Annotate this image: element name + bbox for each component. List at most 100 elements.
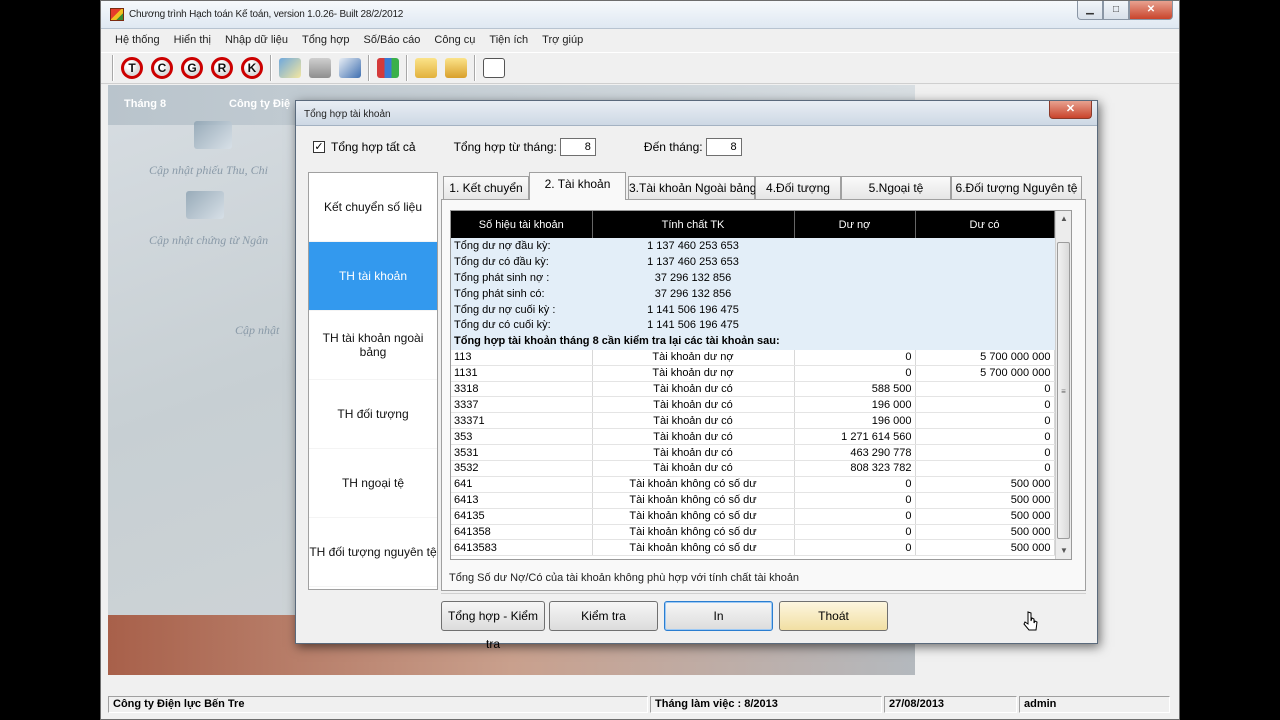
table-row[interactable]: 641 Tài khoản không có số dư 0 500 000 (451, 476, 1055, 493)
scroll-thumb[interactable]: ≡ (1057, 242, 1070, 539)
warning-row[interactable]: Tổng hợp tài khoản tháng 8 cần kiểm tra … (451, 333, 1055, 350)
summary-label: Tổng dư nợ đầu kỳ: (451, 238, 593, 255)
table-row[interactable]: 3318 Tài khoản dư có 588 500 0 (451, 381, 1055, 398)
status-date: 27/08/2013 (884, 696, 1017, 713)
printer-icon (309, 58, 331, 78)
toolbar-separator (406, 55, 408, 81)
menu-tong-hop[interactable]: Tổng hợp (295, 30, 357, 51)
account-summary-dialog: Tổng hợp tài khoản ✕ ✓ Tổng hợp tất cả T… (295, 100, 1098, 651)
nav-th-doi-tuong-nguyen-te[interactable]: TH đối tượng nguyên tệ (309, 518, 437, 587)
menu-he-thong[interactable]: Hệ thống (108, 30, 167, 51)
table-row[interactable]: 6413 Tài khoản không có số dư 0 500 000 (451, 492, 1055, 509)
table-row[interactable]: 641358 Tài khoản không có số dư 0 500 000 (451, 524, 1055, 541)
toolbar-print-button[interactable] (306, 54, 334, 82)
from-month-input[interactable]: 8 (559, 138, 596, 156)
col-account-nature[interactable]: Tính chất TK (592, 211, 795, 238)
summary-row[interactable]: Tổng phát sinh có: 37 296 132 856 (451, 285, 1055, 303)
nav-th-tai-khoan[interactable]: TH tài khoản (309, 242, 437, 311)
app-icon (110, 8, 124, 21)
check-button[interactable]: Kiểm tra (549, 601, 658, 631)
maximize-button[interactable]: □ (1103, 1, 1129, 20)
link-update-receipts[interactable]: Cập nhật phiếu Thu, Chi (149, 163, 268, 178)
tab-panel-tai-khoan: Số hiệu tài khoản Tính chất TK Dư nợ Dư … (441, 199, 1086, 591)
table-row[interactable]: 64135 Tài khoản không có số dư 0 500 000 (451, 508, 1055, 525)
toolbar-t-button[interactable]: T (118, 54, 146, 82)
debit-cell: 463 290 778 (794, 444, 916, 461)
account-nature-cell: Tài khoản dư nợ (592, 365, 795, 382)
table-row[interactable]: 353 Tài khoản dư có 1 271 614 560 0 (451, 428, 1055, 446)
table-row[interactable]: 3531 Tài khoản dư có 463 290 778 0 (451, 444, 1055, 461)
nav-ket-chuyen[interactable]: Kết chuyển số liệu (309, 173, 437, 242)
tab-ngoai-te[interactable]: 5.Ngoại tệ (841, 176, 951, 199)
summary-row[interactable]: Tổng phát sinh nợ :37 296 132 856 (451, 269, 1055, 287)
debit-cell: 0 (794, 349, 916, 366)
grid-header-row: Số hiệu tài khoản Tính chất TK Dư nợ Dư … (451, 211, 1055, 238)
print-button[interactable]: In (664, 601, 773, 631)
nav-th-tai-khoan-ngoai-bang[interactable]: TH tài khoản ngoài bảng (309, 311, 437, 380)
scroll-down-icon[interactable]: ▼ (1056, 543, 1071, 559)
col-account-number[interactable]: Số hiệu tài khoản (451, 211, 593, 238)
tab-tai-khoan-ngoai-bang[interactable]: 3.Tài khoản Ngoài bảng (628, 176, 756, 199)
col-debit-balance[interactable]: Dư nợ (794, 211, 916, 238)
tab-doi-tuong[interactable]: 4.Đối tượng (755, 176, 841, 199)
toolbar-books-button[interactable] (374, 54, 402, 82)
empty-cell (794, 317, 916, 334)
table-row[interactable]: 1131 Tài khoản dư nợ 0 5 700 000 000 (451, 365, 1055, 382)
table-row[interactable]: 3337 Tài khoản dư có 196 000 0 (451, 396, 1055, 414)
menu-so-bao-cao[interactable]: Số/Báo cáo (357, 30, 428, 51)
nav-th-ngoai-te[interactable]: TH ngoại tệ (309, 449, 437, 518)
summarize-check-button[interactable]: Tổng hợp - Kiểm tra (441, 601, 545, 651)
from-month-label: Tổng hợp từ tháng: (453, 140, 557, 154)
toolbar-g-button[interactable]: G (178, 54, 206, 82)
debit-cell: 0 (794, 492, 916, 509)
exit-button[interactable]: Thoát (779, 601, 888, 631)
scroll-up-icon[interactable]: ▲ (1056, 211, 1071, 227)
toolbar-k-button[interactable]: K (238, 54, 266, 82)
grid-vertical-scrollbar[interactable]: ▲ ≡ ▼ (1055, 211, 1071, 559)
summary-row[interactable]: Tổng dư nợ cuối kỳ :1 141 506 196 475 (451, 301, 1055, 318)
tab-tai-khoan[interactable]: 2. Tài khoản (529, 172, 626, 200)
dialog-close-button[interactable]: ✕ (1049, 101, 1092, 119)
tab-ket-chuyen[interactable]: 1. Kết chuyển (443, 176, 529, 199)
credit-cell: 5 700 000 000 (915, 365, 1055, 382)
to-month-input[interactable]: 8 (705, 138, 742, 156)
table-row[interactable]: 113 Tài khoản dư nợ 0 5 700 000 000 (451, 349, 1055, 366)
check-all-checkbox[interactable]: ✓ (313, 141, 325, 153)
empty-cell (915, 269, 1055, 287)
toolbar-preview-button[interactable] (276, 54, 304, 82)
documents-icon (186, 191, 224, 219)
toolbar-edit-button[interactable] (336, 54, 364, 82)
tab-doi-tuong-nguyen-te[interactable]: 6.Đối tượng Nguyên tệ (951, 176, 1082, 199)
table-row[interactable]: 33371 Tài khoản dư có 196 000 0 (451, 412, 1055, 430)
summary-value: 37 296 132 856 (592, 285, 795, 303)
toolbar-c-button[interactable]: C (148, 54, 176, 82)
menu-tien-ich[interactable]: Tiện ích (482, 30, 535, 51)
books-icon (377, 58, 399, 78)
minimize-button[interactable]: ▁ (1077, 1, 1103, 20)
menu-cong-cu[interactable]: Công cụ (427, 30, 482, 51)
toolbar-folder-button[interactable] (442, 54, 470, 82)
table-row[interactable]: 6413583 Tài khoản không có số dư 0 500 000 (451, 539, 1055, 557)
menu-hien-thi[interactable]: Hiển thị (167, 30, 218, 51)
link-update-bank[interactable]: Cập nhật chứng từ Ngân (149, 233, 268, 248)
col-credit-balance[interactable]: Dư có (915, 211, 1055, 238)
toolbar-r-button[interactable]: R (208, 54, 236, 82)
account-nature-cell: Tài khoản không có số dư (592, 492, 795, 509)
toolbar-separator (474, 55, 476, 81)
menu-tro-giup[interactable]: Trợ giúp (535, 30, 590, 51)
nav-th-doi-tuong[interactable]: TH đối tượng (309, 380, 437, 449)
menu-nhap-du-lieu[interactable]: Nhập dữ liệu (218, 30, 295, 51)
account-nature-cell: Tài khoản dư có (592, 396, 795, 414)
account-nature-cell: Tài khoản dư có (592, 444, 795, 461)
summary-row[interactable]: Tổng dư nợ đầu kỳ: 1 137 460 253 653 (451, 238, 1055, 255)
empty-cell (794, 269, 916, 287)
table-row[interactable]: 3532 Tài khoản dư có 808 323 782 0 (451, 460, 1055, 477)
summary-row[interactable]: Tổng dư có đầu kỳ: 1 137 460 253 653 (451, 253, 1055, 271)
close-button[interactable]: ✕ (1129, 1, 1173, 20)
toolbar-calendar-button[interactable] (480, 54, 508, 82)
toolbar-open-button[interactable] (412, 54, 440, 82)
account-nature-cell: Tài khoản không có số dư (592, 539, 795, 557)
debit-cell: 1 271 614 560 (794, 428, 916, 446)
summary-row[interactable]: Tổng dư có cuối kỳ: 1 141 506 196 475 (451, 317, 1055, 334)
link-update-other[interactable]: Cập nhật (235, 323, 279, 338)
